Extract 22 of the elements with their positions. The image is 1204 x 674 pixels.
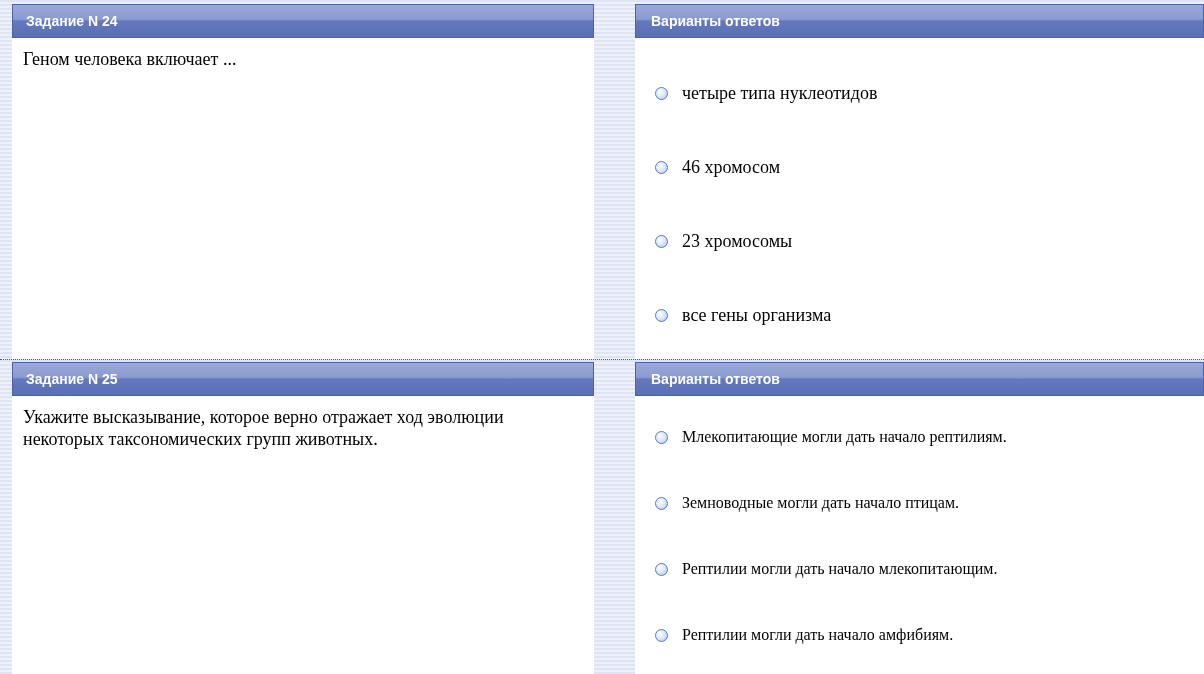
radio-button[interactable]	[655, 160, 668, 174]
task-header: Задание N 25	[12, 362, 594, 396]
radio-button[interactable]	[655, 430, 668, 444]
radio-button[interactable]	[655, 234, 668, 248]
radio-button[interactable]	[655, 308, 668, 322]
answer-option: 23 хромосомы	[682, 227, 793, 255]
answer-option: 46 хромосом	[682, 153, 781, 181]
answer-option: четыре типа нуклеотидов	[682, 79, 878, 107]
answer-option: все гены организма	[682, 301, 832, 329]
task-header: Задание N 24	[12, 4, 594, 38]
radio-button[interactable]	[655, 496, 668, 510]
radio-button[interactable]	[655, 628, 668, 642]
answers-header: Варианты ответов	[635, 4, 1204, 38]
answer-option: Млекопитающие могли дать начало рептилиям.	[682, 425, 1007, 449]
radio-button[interactable]	[655, 562, 668, 576]
answer-option: Рептилии могли дать начало млекопитающим.	[682, 557, 998, 581]
answer-option: Земноводные могли дать начало птицам.	[682, 491, 960, 515]
question-text: Укажите высказывание, которое верно отражает ход эволюции некоторых таксономических групп животных.	[22, 406, 505, 450]
question-text: Геном человека включает ...	[22, 48, 238, 70]
radio-button[interactable]	[655, 86, 668, 100]
answers-header: Варианты ответов	[635, 362, 1204, 396]
answer-option: Рептилии могли дать начало амфибиям.	[682, 623, 954, 647]
